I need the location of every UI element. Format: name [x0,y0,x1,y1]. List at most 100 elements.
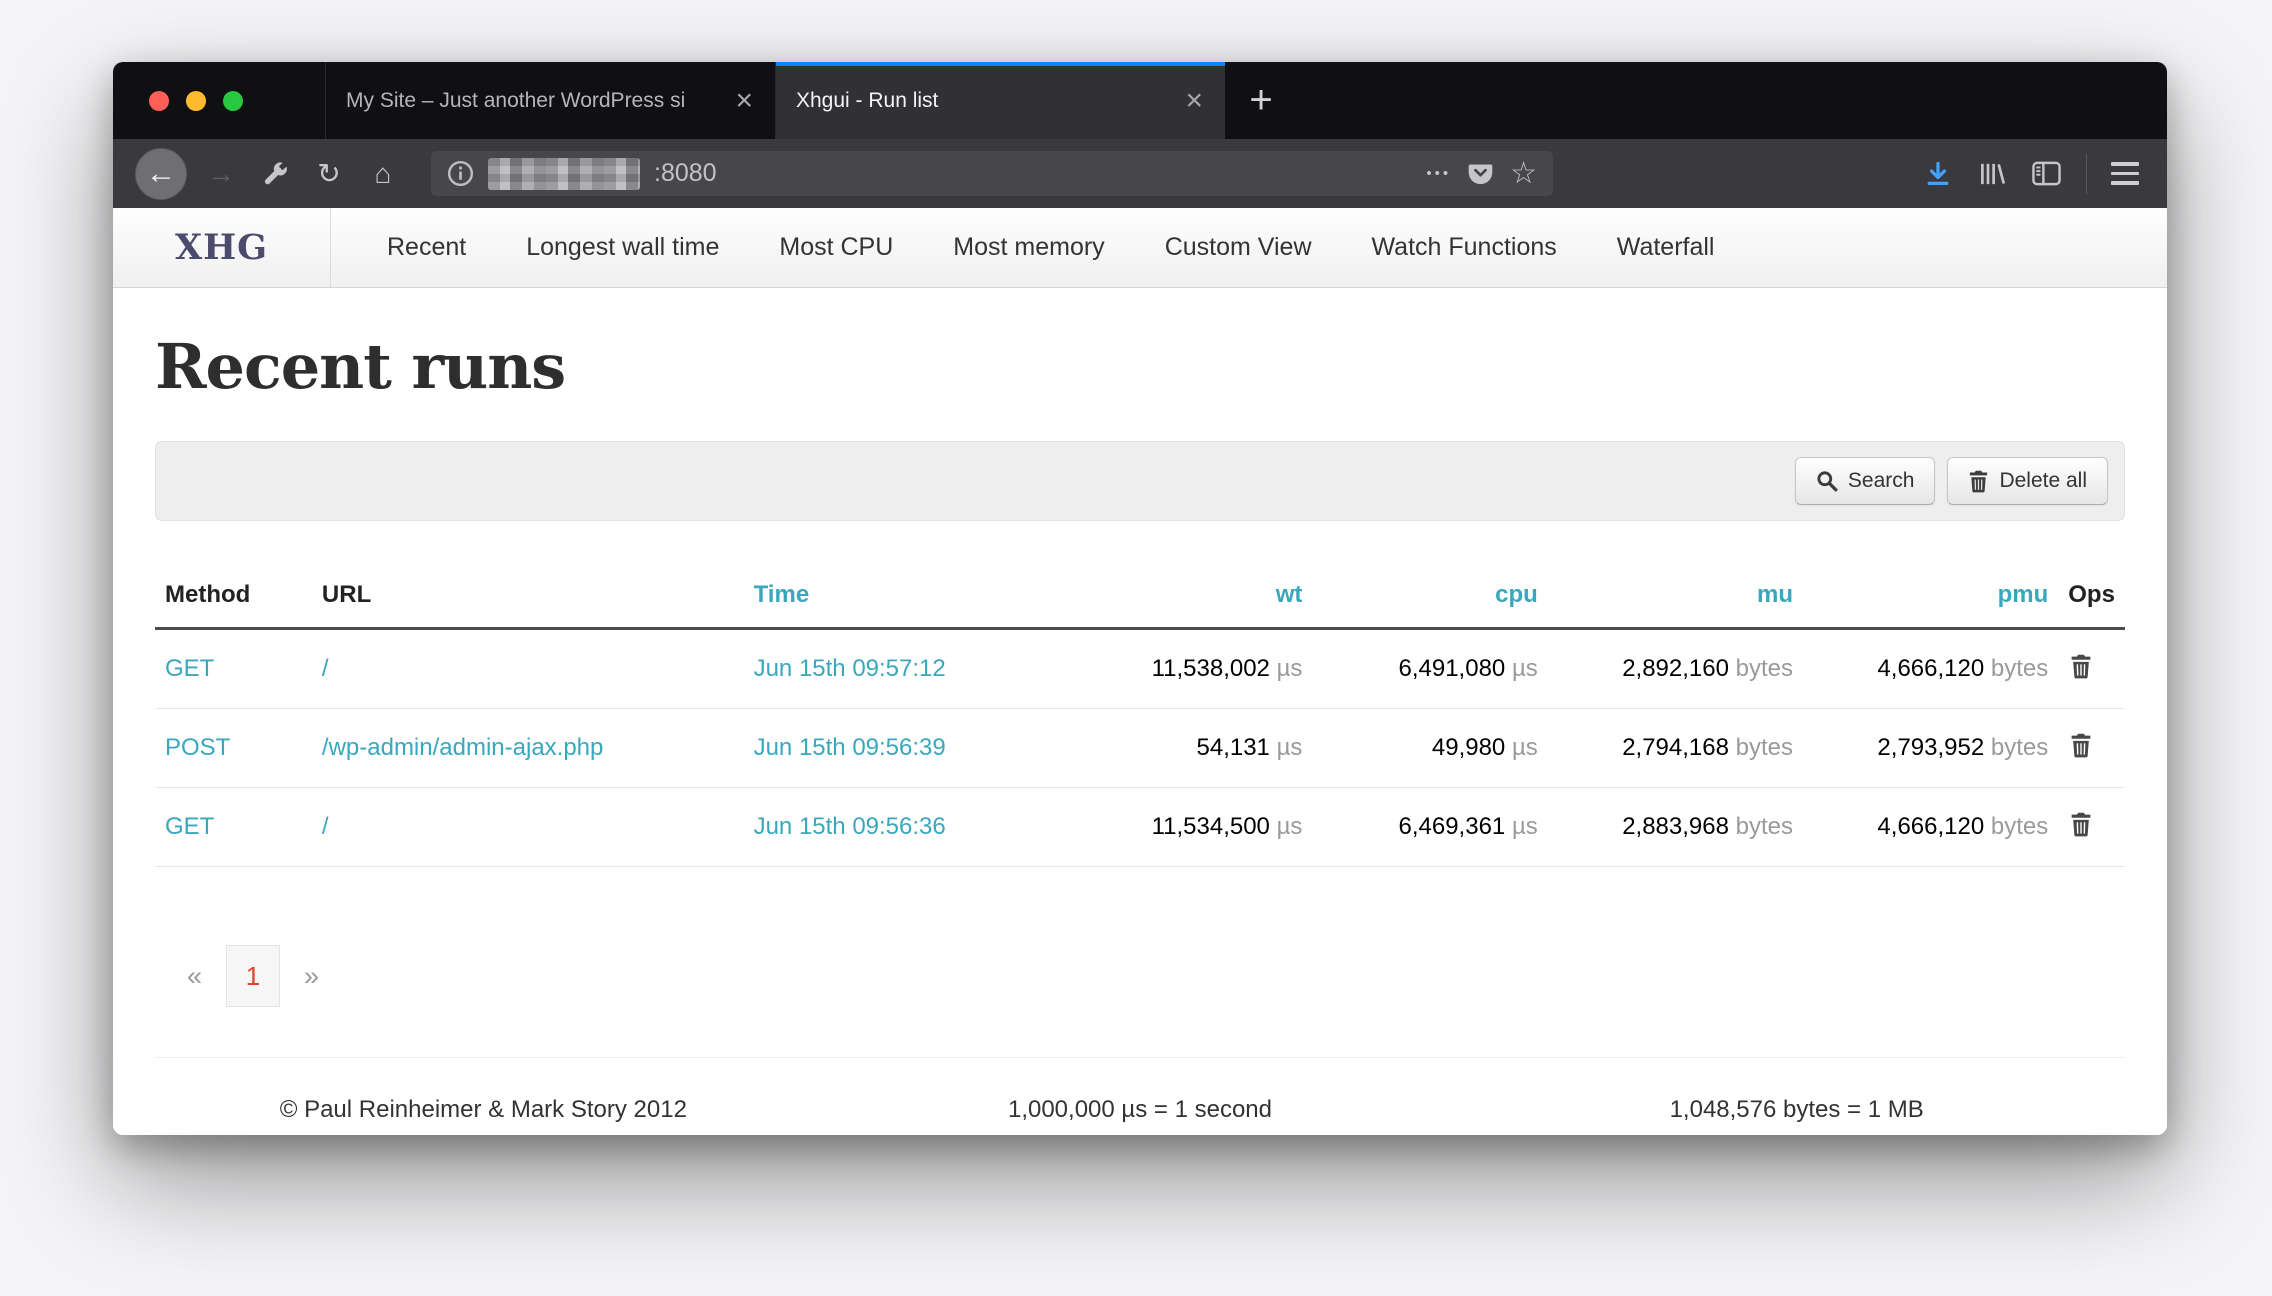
menu-button[interactable] [2105,162,2145,185]
library-icon [1979,161,2006,187]
new-tab-button[interactable]: + [1225,62,1297,139]
trash-icon [1968,470,1989,493]
reload-icon: ↻ [317,157,340,190]
wall-time-value: 11,534,500 [1152,813,1270,840]
mu-value: 2,892,160 [1622,655,1729,682]
back-button[interactable]: ← [135,148,187,200]
nav-item-most-cpu[interactable]: Most CPU [749,233,923,262]
runs-table: Method URL Time wt cpu mu pmu Ops GET / [155,565,2125,867]
trash-icon [2070,733,2092,758]
close-window-button[interactable] [149,91,169,111]
pocket-icon[interactable] [1467,160,1494,187]
run-method-link[interactable]: GET [165,655,214,682]
run-url-link[interactable]: / [322,655,329,682]
search-button[interactable]: Search [1795,457,1936,505]
nav-item-longest-wall-time[interactable]: Longest wall time [496,233,749,262]
pagination-prev-button[interactable]: « [163,961,226,992]
delete-run-button[interactable] [2068,731,2094,763]
mu-value: 2,883,968 [1622,813,1729,840]
nav-item-most-memory[interactable]: Most memory [923,233,1134,262]
search-icon [1816,470,1838,492]
page-title: Recent runs [155,330,2125,403]
pmu-unit: bytes [1991,655,2048,682]
browser-window: My Site – Just another WordPress si × Xh… [113,62,2167,1135]
nav-item-custom-view[interactable]: Custom View [1135,233,1342,262]
pmu-unit: bytes [1991,813,2048,840]
page-body: Recent runs Search Delete all Method URL… [113,288,2167,1135]
col-header-wt-sort[interactable]: wt [1077,565,1313,629]
cpu-unit: µs [1512,734,1538,761]
tab-title: My Site – Just another WordPress si [346,89,723,113]
col-header-ops: Ops [2058,565,2125,629]
wall-time-unit: µs [1277,813,1303,840]
home-icon: ⌂ [375,158,392,190]
table-row: GET / Jun 15th 09:57:12 11,538,002 µs 6,… [155,629,2125,709]
tab-title: Xhgui - Run list [796,89,1173,113]
run-time-link[interactable]: Jun 15th 09:57:12 [754,655,946,682]
delete-run-button[interactable] [2068,810,2094,842]
col-header-time-sort[interactable]: Time [744,565,1077,629]
pagination-page-1[interactable]: 1 [226,945,280,1007]
footer-bytes-conversion: 1,048,576 bytes = 1 MB [1468,1096,2125,1124]
search-button-label: Search [1848,469,1915,493]
wrench-icon [262,161,288,187]
nav-item-recent[interactable]: Recent [357,233,496,262]
forward-button[interactable]: → [199,152,243,196]
table-row: POST /wp-admin/admin-ajax.php Jun 15th 0… [155,709,2125,788]
sidebar-toggle-button[interactable] [2024,152,2068,196]
app-navbar: XHG Recent Longest wall time Most CPU Mo… [113,208,2167,288]
col-header-cpu-sort[interactable]: cpu [1312,565,1547,629]
pmu-value: 4,666,120 [1877,813,1984,840]
cpu-value: 6,469,361 [1399,813,1506,840]
browser-toolbar: ← → ↻ ⌂ :8080 ••• ☆ [113,139,2167,208]
page-footer: © Paul Reinheimer & Mark Story 2012 1,00… [155,1057,2125,1134]
run-method-link[interactable]: GET [165,813,214,840]
col-header-mu-sort[interactable]: mu [1548,565,1803,629]
bookmark-star-icon[interactable]: ☆ [1510,156,1537,191]
minimize-window-button[interactable] [186,91,206,111]
nav-item-waterfall[interactable]: Waterfall [1587,233,1745,262]
tab-xhgui-run-list[interactable]: Xhgui - Run list × [775,62,1225,139]
sidebar-icon [2032,161,2061,186]
site-info-icon[interactable] [447,160,474,187]
xhgui-logo[interactable]: XHG [113,208,331,287]
close-tab-icon[interactable]: × [1183,86,1205,116]
url-bar[interactable]: :8080 ••• ☆ [431,151,1553,196]
reload-button[interactable]: ↻ [307,152,351,196]
home-button[interactable]: ⌂ [361,152,405,196]
run-time-link[interactable]: Jun 15th 09:56:39 [754,734,946,761]
downloads-button[interactable] [1916,152,1960,196]
wall-time-value: 54,131 [1197,734,1270,761]
nav-menu: Recent Longest wall time Most CPU Most m… [357,208,1745,287]
close-tab-icon[interactable]: × [733,86,755,116]
table-header-row: Method URL Time wt cpu mu pmu Ops [155,565,2125,629]
pmu-unit: bytes [1991,734,2048,761]
download-icon [1924,160,1952,188]
page-actions-icon[interactable]: ••• [1426,165,1451,182]
back-arrow-icon: ← [146,157,176,191]
run-method-link[interactable]: POST [165,734,230,761]
library-button[interactable] [1970,152,2014,196]
mu-unit: bytes [1736,813,1793,840]
mu-value: 2,794,168 [1622,734,1729,761]
run-time-link[interactable]: Jun 15th 09:56:36 [754,813,946,840]
pagination: « 1 » [163,945,2125,1007]
page-content: XHG Recent Longest wall time Most CPU Mo… [113,208,2167,1135]
run-url-link[interactable]: / [322,813,329,840]
pmu-value: 4,666,120 [1877,655,1984,682]
col-header-pmu-sort[interactable]: pmu [1803,565,2058,629]
zoom-window-button[interactable] [223,91,243,111]
wall-time-value: 11,538,002 [1152,655,1270,682]
delete-all-button[interactable]: Delete all [1947,457,2108,505]
wrench-button[interactable] [253,152,297,196]
nav-item-watch-functions[interactable]: Watch Functions [1342,233,1587,262]
trash-icon [2070,654,2092,679]
cpu-value: 6,491,080 [1399,655,1506,682]
redacted-hostname [488,158,640,190]
tab-wordpress-site[interactable]: My Site – Just another WordPress si × [325,62,775,139]
table-row: GET / Jun 15th 09:56:36 11,534,500 µs 6,… [155,788,2125,867]
delete-run-button[interactable] [2068,652,2094,684]
mu-unit: bytes [1736,655,1793,682]
pagination-next-button[interactable]: » [280,961,343,992]
run-url-link[interactable]: /wp-admin/admin-ajax.php [322,734,603,761]
